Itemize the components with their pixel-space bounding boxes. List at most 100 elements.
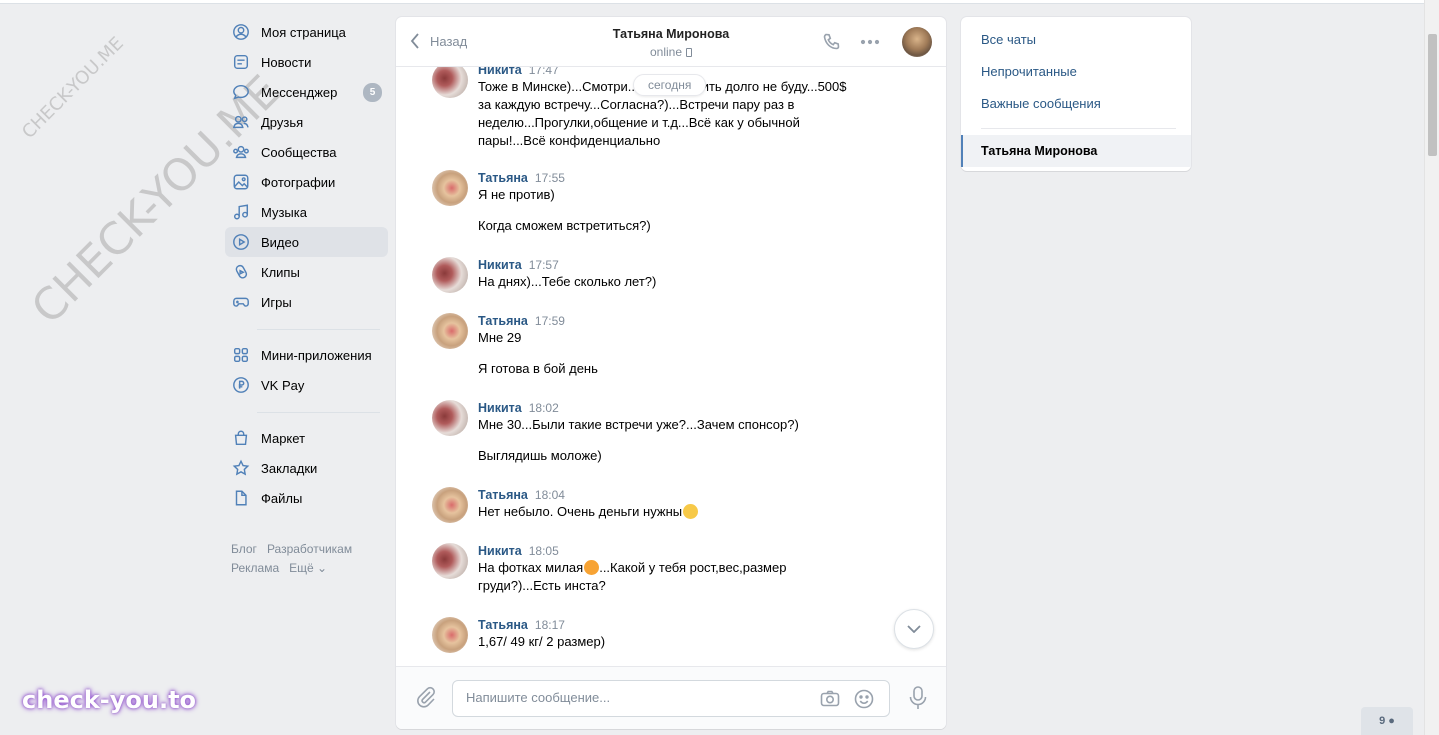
scroll-down-button[interactable] <box>894 609 934 649</box>
message-composer <box>396 666 946 729</box>
avatar[interactable] <box>432 257 468 293</box>
footer-link-dev[interactable]: Разработчикам <box>267 542 352 556</box>
friends-icon <box>232 113 250 131</box>
message-text: Мне 30...Были такие встречи уже?...Зачем… <box>478 417 799 432</box>
message-time[interactable]: 17:47 <box>529 67 559 77</box>
voice-message-button[interactable] <box>907 685 929 711</box>
attach-button[interactable] <box>414 685 438 709</box>
folder-unread[interactable]: Непрочитанные <box>961 56 1191 88</box>
nav-item-market[interactable]: Маркет <box>225 423 388 453</box>
nav-item-mini-apps[interactable]: Мини-приложения <box>225 340 388 370</box>
folders-divider <box>981 128 1176 129</box>
message-time[interactable]: 17:55 <box>535 171 565 185</box>
more-button[interactable] <box>859 31 881 53</box>
message-group: Никита 18:05 На фотках милая ...Какой у те… <box>432 543 892 595</box>
nav-item-groups[interactable]: Сообщества <box>225 137 388 167</box>
online-friends-counter[interactable]: 9 ● <box>1361 707 1413 735</box>
phone-icon <box>823 33 840 50</box>
chevron-down-icon <box>907 625 921 633</box>
message-time[interactable]: 18:05 <box>529 544 559 558</box>
smile-icon <box>854 689 874 709</box>
nav-label: Файлы <box>261 490 303 506</box>
message-text: Когда сможем встретиться?) <box>478 218 651 233</box>
message-author[interactable]: Татьяна <box>478 314 528 328</box>
nav-label: Клипы <box>261 264 300 280</box>
chat-folders: Все чаты Непрочитанные Важные сообщения … <box>961 17 1191 171</box>
nav-label: Моя страница <box>261 24 346 40</box>
nav-label: Мини-приложения <box>261 347 372 363</box>
nav-label: Сообщества <box>261 144 337 160</box>
nav-item-messenger[interactable]: Мессенджер 5 <box>225 77 388 107</box>
nav-item-friends[interactable]: Друзья <box>225 107 388 137</box>
paperclip-icon <box>417 686 435 708</box>
relieved-emoji-icon <box>683 504 699 519</box>
nav-footer: Блог Разработчикам Реклама Ещё ⌄ <box>231 540 391 578</box>
folder-important[interactable]: Важные сообщения <box>961 88 1191 120</box>
camera-button[interactable] <box>819 688 841 710</box>
message-time[interactable]: 18:02 <box>529 401 559 415</box>
folder-all-chats[interactable]: Все чаты <box>961 24 1191 56</box>
footer-link-ads[interactable]: Реклама <box>231 561 279 575</box>
nav-item-news[interactable]: Новости <box>225 47 388 77</box>
avatar[interactable] <box>432 543 468 579</box>
message-author[interactable]: Никита <box>478 401 522 415</box>
message-time[interactable]: 17:57 <box>529 258 559 272</box>
nav-label: Музыка <box>261 204 307 220</box>
folder-current-chat[interactable]: Татьяна Миронова <box>961 135 1191 167</box>
message-input[interactable] <box>466 690 806 705</box>
date-divider: сегодня <box>633 74 707 96</box>
message-group: Татьяна 17:59 Мне 29 Я готова в бой день <box>432 313 892 378</box>
nav-label: Видео <box>261 234 299 250</box>
nav-item-vk-pay[interactable]: VK Pay <box>225 370 388 400</box>
footer-link-more[interactable]: Ещё ⌄ <box>289 561 327 575</box>
message-author[interactable]: Никита <box>478 544 522 558</box>
message-icon <box>232 83 250 101</box>
nav-label: Маркет <box>261 430 306 446</box>
message-time[interactable]: 18:04 <box>535 488 565 502</box>
avatar[interactable] <box>432 170 468 206</box>
footer-link-blog[interactable]: Блог <box>231 542 257 556</box>
nav-item-files[interactable]: Файлы <box>225 483 388 513</box>
message-group: Никита 18:02 Мне 30...Были такие встречи … <box>432 400 892 465</box>
avatar[interactable] <box>432 487 468 523</box>
avatar[interactable] <box>432 313 468 349</box>
call-button[interactable] <box>821 31 843 53</box>
peer-avatar[interactable] <box>902 27 932 57</box>
camera-icon <box>820 690 840 707</box>
message-author[interactable]: Никита <box>478 258 522 272</box>
vkpay-icon <box>232 376 250 394</box>
message-author[interactable]: Татьяна <box>478 618 528 632</box>
message-text: Я готова в бой день <box>478 361 598 376</box>
message-author[interactable]: Никита <box>478 67 522 77</box>
nav-item-clips[interactable]: Клипы <box>225 257 388 287</box>
star-icon <box>232 459 250 477</box>
avatar[interactable] <box>432 400 468 436</box>
emoji-button[interactable] <box>853 688 875 710</box>
avatar[interactable] <box>432 67 468 98</box>
nav-item-my-page[interactable]: Моя страница <box>225 17 388 47</box>
message-author[interactable]: Татьяна <box>478 488 528 502</box>
scrollbar-thumb[interactable] <box>1428 34 1437 156</box>
avatar[interactable] <box>432 617 468 653</box>
nav-item-games[interactable]: Игры <box>225 287 388 317</box>
news-icon <box>232 53 250 71</box>
nav-item-photos[interactable]: Фотографии <box>225 167 388 197</box>
nav-item-video[interactable]: Видео <box>225 227 388 257</box>
message-text: Нет небыло. Очень деньги нужны <box>478 503 892 521</box>
clips-icon <box>232 263 250 281</box>
message-time[interactable]: 18:17 <box>535 618 565 632</box>
heart-eyes-emoji-icon <box>584 560 600 575</box>
message-time[interactable]: 17:59 <box>535 314 565 328</box>
page-scrollbar[interactable] <box>1424 0 1439 735</box>
message-history[interactable]: Никита17:47 Тоже в Минске)...Смотри... о… <box>396 67 946 666</box>
message-text: На фотках милая ...Какой у тебя рост,вес,… <box>478 560 787 593</box>
message-text: На днях)...Тебе сколько лет?) <box>478 274 657 289</box>
nav-label: Друзья <box>261 114 304 130</box>
nav-label: Мессенджер <box>261 84 338 100</box>
message-group: Никита 17:57 На днях)...Тебе сколько лет?… <box>432 257 892 293</box>
nav-item-music[interactable]: Музыка <box>225 197 388 227</box>
chat-header: Назад Татьяна Миронова online <box>396 17 946 67</box>
gamepad-icon <box>232 293 250 311</box>
nav-item-bookmarks[interactable]: Закладки <box>225 453 388 483</box>
message-author[interactable]: Татьяна <box>478 171 528 185</box>
